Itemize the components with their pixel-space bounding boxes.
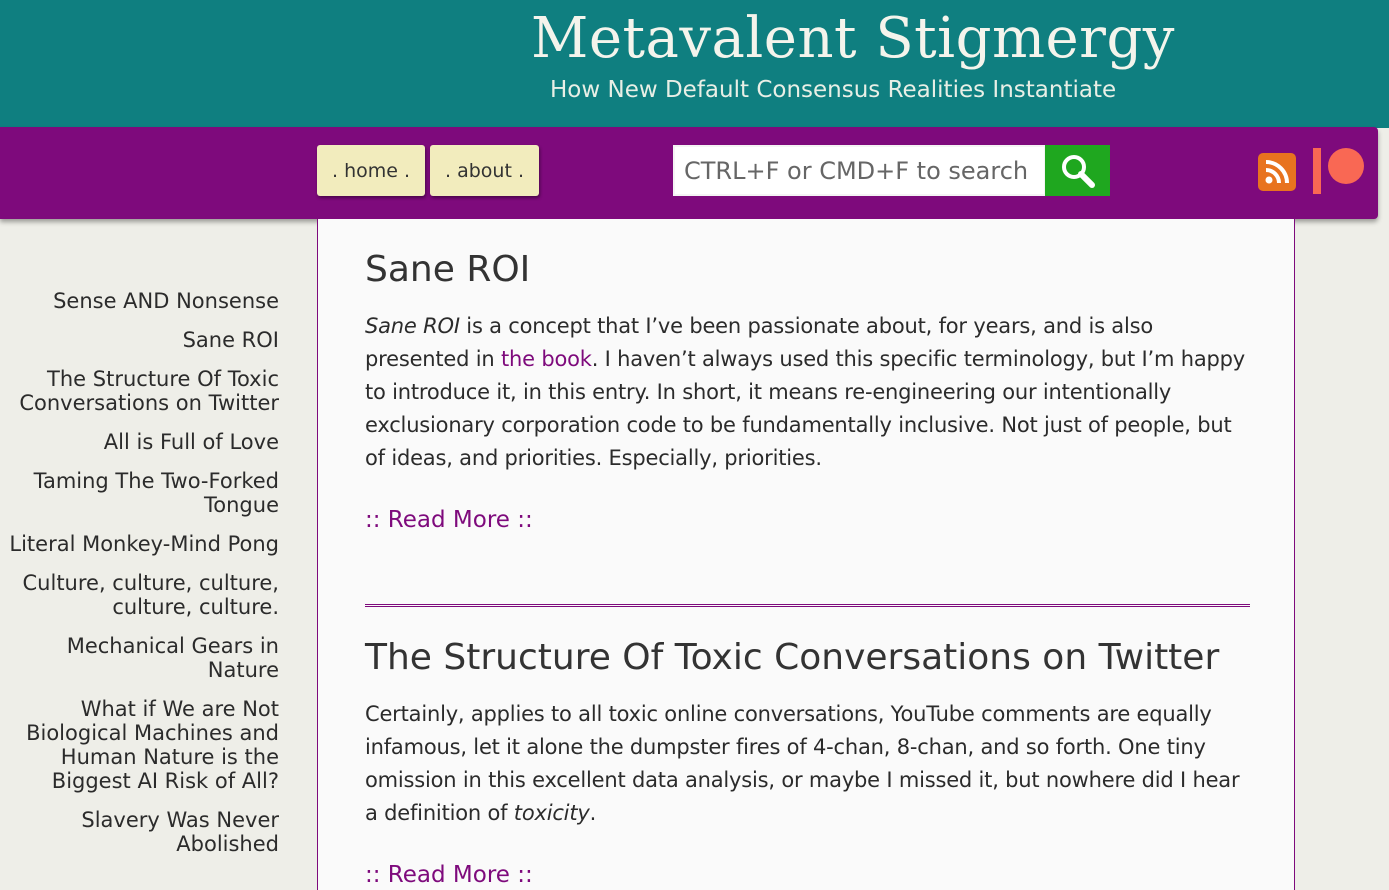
sidebar-item-slavery[interactable]: Slavery Was Never Abolished: [0, 808, 279, 856]
post-term: Sane ROI: [365, 314, 460, 338]
sidebar-item-culture[interactable]: Culture, culture, culture, culture, cult…: [0, 571, 279, 619]
sidebar-item-toxic-conversations[interactable]: The Structure Of Toxic Conversations on …: [0, 367, 279, 415]
book-link[interactable]: the book: [501, 347, 592, 371]
sidebar-item-monkey-mind-pong[interactable]: Literal Monkey-Mind Pong: [0, 532, 279, 556]
home-button[interactable]: . home .: [317, 145, 425, 196]
site-title[interactable]: Metavalent Stigmergy: [531, 6, 1175, 71]
sidebar: Sense AND Nonsense Sane ROI The Structur…: [0, 219, 318, 890]
post-excerpt: Certainly, applies to all toxic online c…: [365, 698, 1255, 830]
sidebar-item-two-forked-tongue[interactable]: Taming The Two-Forked Tongue: [0, 469, 279, 517]
patreon-icon: [1313, 148, 1364, 194]
post-term: toxicity: [513, 801, 590, 825]
search-button[interactable]: [1045, 145, 1110, 196]
site-header: Metavalent Stigmergy How New Default Con…: [0, 0, 1389, 128]
site-tagline: How New Default Consensus Realities Inst…: [550, 77, 1117, 103]
post-text: Certainly, applies to all toxic online c…: [365, 702, 1240, 825]
rss-button[interactable]: [1258, 153, 1296, 191]
post-text: .: [589, 801, 597, 825]
search-input[interactable]: [673, 145, 1046, 196]
main-nav: . home . . about .: [0, 127, 1378, 219]
read-more-link[interactable]: :: Read More ::: [365, 507, 533, 533]
sidebar-item-biological-machines[interactable]: What if We are Not Biological Machines a…: [0, 697, 279, 793]
post-divider: [365, 604, 1250, 607]
read-more-link[interactable]: :: Read More ::: [365, 862, 533, 888]
post-excerpt: Sane ROI is a concept that I’ve been pas…: [365, 310, 1255, 475]
about-button[interactable]: . about .: [430, 145, 539, 196]
sidebar-item-sense-and-nonsense[interactable]: Sense AND Nonsense: [0, 289, 279, 313]
patreon-button[interactable]: [1313, 146, 1365, 196]
recent-posts-list: Sense AND Nonsense Sane ROI The Structur…: [0, 289, 279, 871]
search-icon: [1061, 154, 1095, 188]
main-content: Sane ROI Sane ROI is a concept that I’ve…: [317, 219, 1295, 890]
sidebar-item-sane-roi[interactable]: Sane ROI: [0, 328, 279, 352]
post-title[interactable]: Sane ROI: [365, 249, 530, 290]
rss-icon: [1265, 160, 1289, 184]
sidebar-item-mechanical-gears[interactable]: Mechanical Gears in Nature: [0, 634, 279, 682]
post-title[interactable]: The Structure Of Toxic Conversations on …: [365, 637, 1219, 678]
sidebar-item-full-of-love[interactable]: All is Full of Love: [0, 430, 279, 454]
